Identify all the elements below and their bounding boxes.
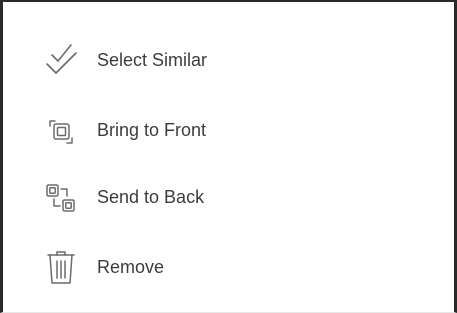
menu-item-send-to-back[interactable]: Send to Back [3, 167, 454, 227]
context-menu: Select Similar Bring to Front Send to Ba [0, 0, 457, 313]
trash-icon [43, 237, 79, 297]
menu-item-label: Select Similar [97, 50, 208, 70]
menu-item-bring-to-front[interactable]: Bring to Front [3, 100, 454, 160]
menu-item-remove[interactable]: Remove [3, 237, 454, 297]
bring-to-front-icon [43, 100, 79, 160]
send-to-back-icon [43, 167, 79, 227]
menu-item-label: Bring to Front [97, 120, 207, 140]
check-double-icon [43, 30, 79, 90]
menu-item-select-similar[interactable]: Select Similar [3, 30, 454, 90]
menu-item-label: Send to Back [97, 187, 205, 207]
menu-item-label: Remove [97, 257, 165, 277]
